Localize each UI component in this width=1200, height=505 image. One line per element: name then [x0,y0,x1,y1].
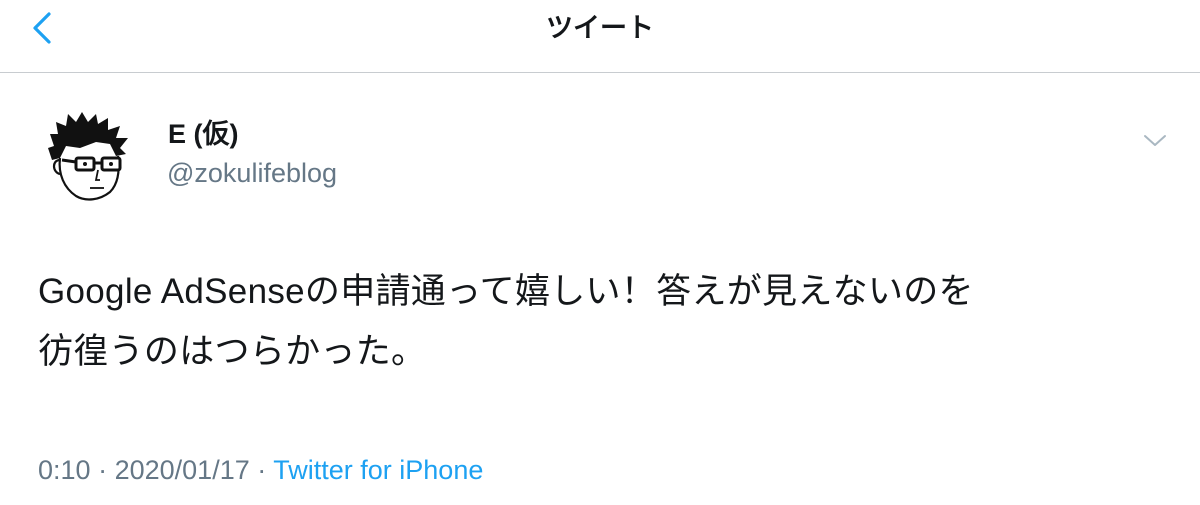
tweet-text: Google AdSenseの申請通って嬉しい！答えが見えないのを 彷徨うのはつ… [38,262,1168,382]
navigation-bar: ツイート [0,0,1200,73]
tweet-date: 2020/01/17 [114,455,250,485]
avatar[interactable] [40,108,136,204]
tweet-source-link[interactable]: Twitter for iPhone [273,455,483,485]
meta-separator: · [98,455,108,485]
author-display-name[interactable]: E (仮) [168,117,239,151]
page-title: ツイート [546,13,654,43]
author-handle[interactable]: @zokulifeblog [167,156,337,190]
chevron-down-icon[interactable] [1140,128,1170,152]
meta-separator: · [257,455,267,485]
tweet-text-line: Google AdSenseの申請通って嬉しい！答えが見えないのを [38,272,974,311]
tweet-time: 0:10 [38,455,91,485]
tweet-text-line: 彷徨うのはつらかった。 [38,332,427,371]
tweet-meta: 0:10 · 2020/01/17 · Twitter for iPhone [38,453,483,487]
